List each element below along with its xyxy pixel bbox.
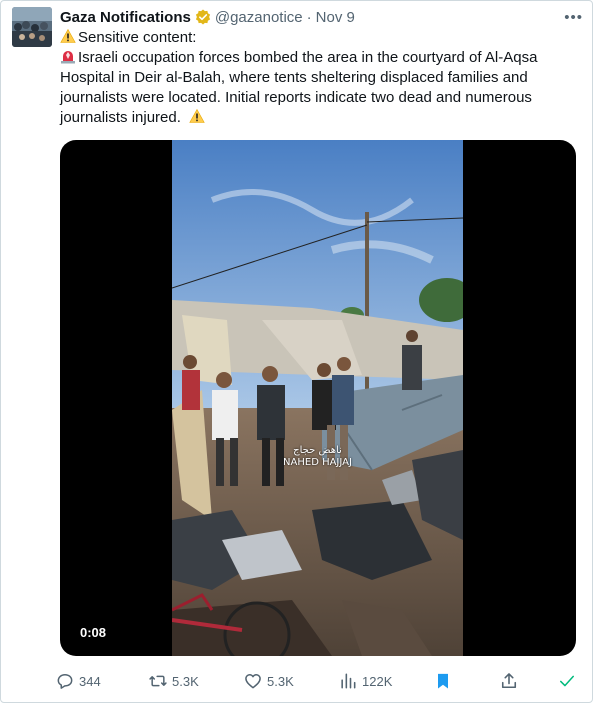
share-icon — [501, 673, 517, 689]
verified-badge-icon[interactable] — [195, 9, 211, 25]
check-icon — [560, 675, 574, 687]
tweet-date[interactable]: Nov 9 — [316, 9, 355, 26]
sensitive-content-label: Sensitive content: — [78, 29, 197, 46]
retweet-button[interactable]: 5.3K — [148, 668, 199, 694]
tweet-text-line: Israeli occupation forces bombed the are… — [78, 49, 538, 66]
warning-icon — [60, 28, 76, 43]
action-bar: 344 5.3K 5.3K 122K — [55, 668, 580, 694]
author-handle[interactable]: @gazanotice — [215, 9, 303, 26]
reply-icon — [57, 674, 73, 689]
video-player[interactable]: ناهض حجاج NAHED HAJJAJ 0:08 — [60, 140, 576, 656]
tweet-text: Sensitive content: Israeli occupation fo… — [60, 28, 580, 128]
watermark-arabic: ناهض حجاج — [293, 445, 342, 456]
tweet-text-line: journalists were located. Initial report… — [60, 89, 532, 106]
warning-icon — [189, 108, 205, 123]
tweet-header: Gaza Notifications @gazanotice · Nov 9 •… — [60, 7, 583, 27]
views-button[interactable]: 122K — [338, 668, 392, 694]
watermark-latin: NAHED HAJJAJ — [283, 457, 352, 468]
check-button[interactable] — [557, 668, 581, 694]
bookmark-button[interactable] — [433, 668, 457, 694]
tweet-text-line: journalists injured. — [60, 109, 181, 126]
video-frame[interactable]: ناهض حجاج NAHED HAJJAJ — [172, 140, 463, 656]
video-watermark: ناهض حجاج NAHED HAJJAJ — [172, 445, 463, 469]
more-icon[interactable]: ••• — [564, 9, 583, 26]
retweet-icon — [149, 675, 167, 687]
author-name[interactable]: Gaza Notifications — [60, 9, 191, 26]
like-count: 5.3K — [267, 673, 294, 689]
siren-icon — [61, 51, 75, 64]
views-icon — [341, 673, 356, 689]
avatar[interactable] — [12, 7, 52, 47]
share-button[interactable] — [499, 668, 523, 694]
bookmark-icon — [438, 673, 448, 689]
like-icon — [245, 674, 261, 689]
like-button[interactable]: 5.3K — [243, 668, 294, 694]
views-count: 122K — [362, 673, 393, 689]
video-duration: 0:08 — [74, 623, 113, 642]
tweet-text-line: Hospital in Deir al-Balah, where tents s… — [60, 69, 528, 86]
reply-button[interactable]: 344 — [55, 668, 101, 694]
retweet-count: 5.3K — [172, 673, 199, 689]
reply-count: 344 — [79, 673, 101, 689]
separator-dot: · — [306, 8, 312, 26]
